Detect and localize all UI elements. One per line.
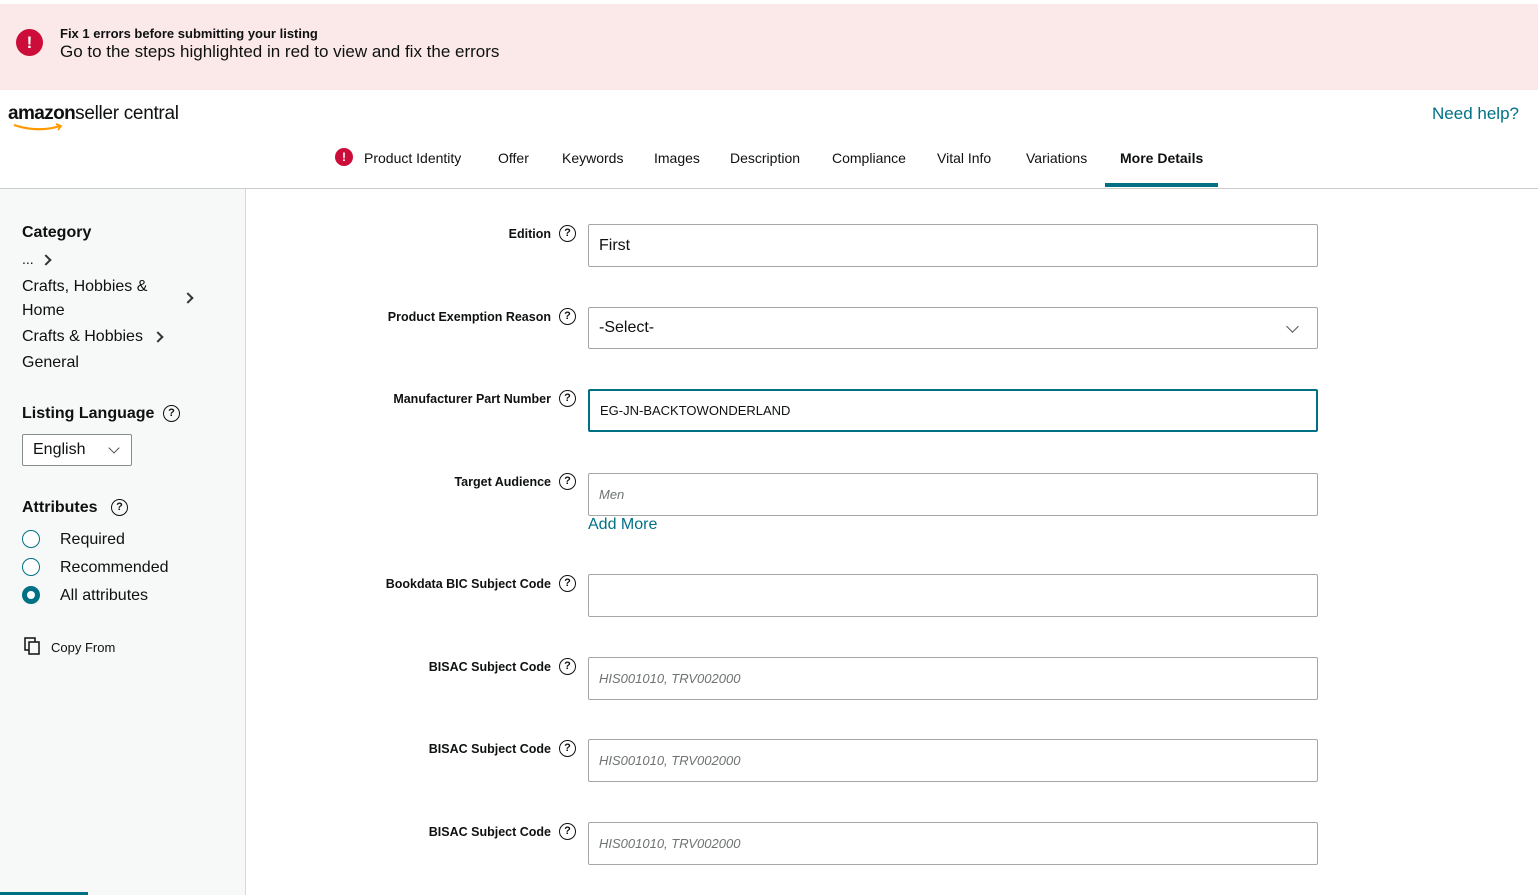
bisac-subject-code-label: BISAC Subject Code	[428, 825, 551, 839]
manufacturer-part-number-label: Manufacturer Part Number	[393, 392, 551, 406]
bookdata-bic-subject-code-input[interactable]	[588, 574, 1318, 617]
chevron-right-icon	[40, 254, 52, 266]
breadcrumb-ellipsis[interactable]: ...	[22, 251, 34, 267]
help-icon[interactable]: ?	[559, 225, 576, 242]
error-icon: !	[16, 29, 43, 56]
chevron-down-icon	[108, 442, 120, 454]
edition-input[interactable]	[588, 224, 1318, 267]
product-exemption-reason-label: Product Exemption Reason	[387, 310, 551, 324]
bisac-subject-code-input-1[interactable]	[588, 657, 1318, 700]
attributes-heading: Attributes	[22, 499, 98, 516]
chevron-right-icon	[182, 292, 194, 304]
chevron-down-icon	[1286, 320, 1299, 333]
bisac-subject-code-input-3[interactable]	[588, 822, 1318, 865]
edition-label: Edition	[508, 227, 551, 241]
tab-compliance[interactable]: Compliance	[832, 150, 906, 188]
manufacturer-part-number-input[interactable]	[588, 389, 1318, 432]
seller-central-logo[interactable]: amazonseller central	[8, 103, 179, 131]
breadcrumb-crafts-hobbies-home-cont[interactable]: Home	[22, 302, 65, 320]
radio-all-attributes-label[interactable]: All attributes	[60, 587, 148, 605]
help-icon[interactable]: ?	[559, 823, 576, 840]
tab-images[interactable]: Images	[654, 150, 700, 188]
copy-from-link[interactable]: Copy From	[51, 640, 115, 655]
tab-offer[interactable]: Offer	[498, 150, 529, 188]
breadcrumb-crafts-hobbies-home[interactable]: Crafts, Hobbies &	[22, 278, 147, 296]
product-exemption-reason-value: -Select-	[599, 319, 655, 336]
sidebar: Category ... Crafts, Hobbies & Home Craf…	[0, 189, 246, 895]
need-help-link[interactable]: Need help?	[1432, 104, 1519, 124]
tab-description[interactable]: Description	[730, 150, 800, 188]
product-exemption-reason-select[interactable]: -Select-	[588, 307, 1318, 349]
copy-icon[interactable]	[24, 637, 40, 655]
banner-message: Go to the steps highlighted in red to vi…	[60, 42, 500, 61]
help-icon[interactable]: ?	[559, 390, 576, 407]
breadcrumb-general: General	[22, 354, 79, 371]
help-icon[interactable]: ?	[559, 658, 576, 675]
radio-required[interactable]	[22, 530, 40, 548]
logo-brand: amazon	[8, 103, 76, 124]
listing-language-select[interactable]: English	[22, 434, 132, 466]
tab-error-icon: !	[335, 148, 353, 166]
radio-recommended-label[interactable]: Recommended	[60, 559, 169, 577]
help-icon[interactable]: ?	[559, 575, 576, 592]
bookdata-bic-subject-code-label: Bookdata BIC Subject Code	[385, 577, 551, 591]
listing-tabs: ! Product Identity Offer Keywords Images…	[0, 138, 1538, 189]
target-audience-label: Target Audience	[454, 475, 551, 489]
logo-product: seller central	[75, 103, 179, 124]
tab-variations[interactable]: Variations	[1026, 150, 1087, 188]
radio-required-label[interactable]: Required	[60, 531, 125, 549]
help-icon[interactable]: ?	[163, 405, 180, 422]
amazon-smile-icon	[13, 123, 63, 131]
category-heading: Category	[22, 224, 92, 241]
listing-language-value: English	[33, 441, 86, 458]
radio-recommended[interactable]	[22, 558, 40, 576]
help-icon[interactable]: ?	[559, 740, 576, 757]
tab-vital-info[interactable]: Vital Info	[937, 150, 991, 188]
help-icon[interactable]: ?	[559, 473, 576, 490]
breadcrumb-crafts-hobbies[interactable]: Crafts & Hobbies	[22, 328, 143, 346]
bisac-subject-code-input-2[interactable]	[588, 739, 1318, 782]
bisac-subject-code-label: BISAC Subject Code	[428, 742, 551, 756]
tab-keywords[interactable]: Keywords	[562, 150, 623, 188]
banner-title: Fix 1 errors before submitting your list…	[60, 26, 318, 41]
bisac-subject-code-label: BISAC Subject Code	[428, 660, 551, 674]
active-tab-indicator	[1105, 183, 1218, 187]
chevron-right-icon	[152, 331, 164, 343]
tab-product-identity[interactable]: Product Identity	[364, 150, 461, 188]
target-audience-input[interactable]	[588, 473, 1318, 516]
listing-language-heading: Listing Language	[22, 405, 155, 422]
help-icon[interactable]: ?	[559, 308, 576, 325]
add-more-link[interactable]: Add More	[588, 516, 657, 534]
help-icon[interactable]: ?	[111, 499, 128, 516]
radio-all-attributes[interactable]	[22, 586, 40, 604]
error-banner: ! Fix 1 errors before submitting your li…	[0, 4, 1538, 90]
